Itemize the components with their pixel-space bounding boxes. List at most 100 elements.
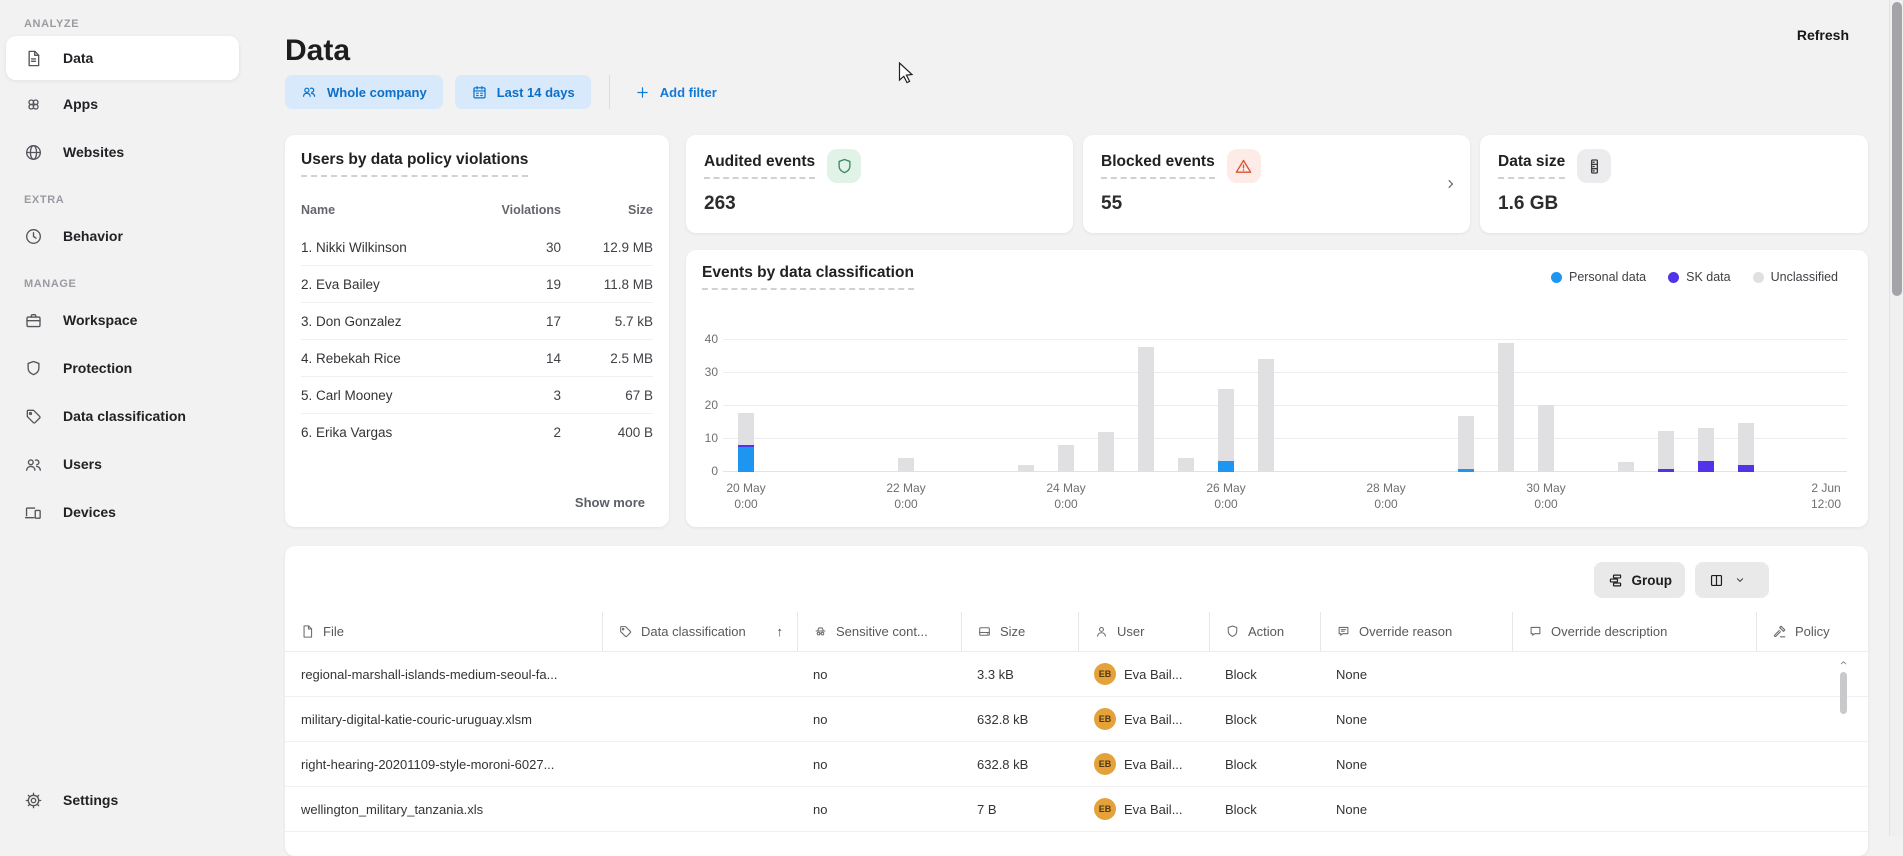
table-row[interactable]: regional-marshall-islands-medium-seoul-f… xyxy=(285,652,1868,697)
cell-override_reason: None xyxy=(1320,712,1512,727)
cell-user: EBEva Bail... xyxy=(1078,663,1209,685)
sidebar-item-devices[interactable]: Devices xyxy=(0,488,245,536)
sidebar-item-workspace[interactable]: Workspace xyxy=(0,296,245,344)
chart-legend: Personal data SK data Unclassified xyxy=(1551,270,1838,284)
column-header-file[interactable]: File xyxy=(285,612,602,651)
sidebar-item-data-classification[interactable]: Data classification xyxy=(0,392,245,440)
tag-icon xyxy=(618,624,633,639)
sort-asc-icon: ↑ xyxy=(777,624,784,639)
add-filter-button[interactable]: Add filter xyxy=(628,83,723,102)
chevron-right-icon[interactable] xyxy=(1442,175,1460,193)
sidebar: ANALYZE Data Apps Websites EXTRA Behavio… xyxy=(0,0,245,836)
chart-bar-segment-personal xyxy=(1458,469,1474,472)
chart-bar-segment-unclassified xyxy=(1618,462,1634,472)
column-header-override-description[interactable]: Override description xyxy=(1512,612,1756,651)
y-axis-tick: 20 xyxy=(688,398,718,412)
column-header-action[interactable]: Action xyxy=(1209,612,1320,651)
clock-icon xyxy=(24,227,43,246)
mouse-cursor xyxy=(898,62,918,84)
x-axis-tick: 26 May0:00 xyxy=(1181,480,1271,512)
chart-bar-segment-unclassified xyxy=(1058,445,1074,472)
column-header-sensitive-cont[interactable]: Sensitive cont... xyxy=(797,612,961,651)
avatar: EB xyxy=(1094,663,1116,685)
shield-icon xyxy=(1225,624,1240,639)
sidebar-section-label: MANAGE xyxy=(24,278,245,290)
x-axis-tick: 28 May0:00 xyxy=(1341,480,1431,512)
page-title: Data xyxy=(285,34,350,68)
chart-bar-segment-unclassified xyxy=(1258,359,1274,472)
sidebar-item-settings[interactable]: Settings xyxy=(0,776,245,824)
table-row[interactable]: military-digital-katie-couric-uruguay.xl… xyxy=(285,697,1868,742)
scroll-up-icon[interactable] xyxy=(1837,656,1850,669)
chart-bar xyxy=(1618,462,1634,472)
column-header-user[interactable]: User xyxy=(1078,612,1209,651)
violations-table-row[interactable]: 3. Don Gonzalez 17 5.7 kB xyxy=(301,303,653,340)
filter-whole-company[interactable]: Whole company xyxy=(285,75,443,109)
cell-size: 632.8 kB xyxy=(961,712,1078,727)
violations-card: Users by data policy violations Name Vio… xyxy=(285,135,669,527)
cell-sensitive: no xyxy=(797,802,961,817)
chart-bar xyxy=(1098,432,1114,472)
cell-user: EBEva Bail... xyxy=(1078,708,1209,730)
cell-sensitive: no xyxy=(797,667,961,682)
filter-date-range[interactable]: Last 14 days xyxy=(455,75,591,109)
violations-table-row[interactable]: 4. Rebekah Rice 14 2.5 MB xyxy=(301,340,653,377)
cell-action: Block xyxy=(1209,712,1320,727)
shield-icon xyxy=(827,149,861,183)
violations-table-row[interactable]: 6. Erika Vargas 2 400 B xyxy=(301,414,653,451)
refresh-button[interactable]: Refresh xyxy=(1791,26,1855,44)
chart-bar xyxy=(1538,405,1554,472)
stat-card-blocked-events[interactable]: Blocked events 55 xyxy=(1083,135,1470,233)
chart-bar-segment-unclassified xyxy=(1218,389,1234,462)
violations-table-header: Name Violations Size xyxy=(301,203,653,229)
violations-table-row[interactable]: 2. Eva Bailey 19 11.8 MB xyxy=(301,266,653,303)
cell-user: EBEva Bail... xyxy=(1078,753,1209,775)
show-more-button[interactable]: Show more xyxy=(569,494,651,511)
group-button[interactable]: Group xyxy=(1594,562,1686,598)
sidebar-item-users[interactable]: Users xyxy=(0,440,245,488)
page-scrollbar-thumb[interactable] xyxy=(1892,2,1902,296)
sidebar-section: ANALYZE Data Apps Websites xyxy=(0,18,245,176)
gridline xyxy=(723,405,1847,406)
legend-item: Personal data xyxy=(1551,270,1646,284)
table-row[interactable]: wellington_military_tanzania.xlsno7 BEBE… xyxy=(285,787,1868,832)
violations-table-row[interactable]: 1. Nikki Wilkinson 30 12.9 MB xyxy=(301,229,653,266)
sidebar-section: MANAGE Workspace Protection Data classif… xyxy=(0,278,245,536)
table-scrollbar-thumb[interactable] xyxy=(1840,672,1847,714)
group-icon xyxy=(1607,572,1624,589)
cell-override_reason: None xyxy=(1320,757,1512,772)
cell-sensitive: no xyxy=(797,712,961,727)
avatar: EB xyxy=(1094,753,1116,775)
table-scrollbar[interactable] xyxy=(1837,656,1850,852)
sidebar-item-protection[interactable]: Protection xyxy=(0,344,245,392)
y-axis-tick: 10 xyxy=(688,431,718,445)
table-row[interactable]: right-hearing-20201109-style-moroni-6027… xyxy=(285,742,1868,787)
column-settings-button[interactable] xyxy=(1695,562,1769,598)
cell-action: Block xyxy=(1209,802,1320,817)
violations-user-name: 6. Erika Vargas xyxy=(301,425,483,440)
chart-bar xyxy=(1658,431,1674,472)
gridline xyxy=(723,339,1847,340)
violations-user-name: 1. Nikki Wilkinson xyxy=(301,240,483,255)
column-header-policy[interactable]: Policy xyxy=(1756,612,1868,651)
column-header-data-classification[interactable]: Data classification↑ xyxy=(602,612,797,651)
stat-card-value: 263 xyxy=(704,193,1055,215)
chart-bar-segment-unclassified xyxy=(898,458,914,472)
page-scrollbar[interactable] xyxy=(1889,0,1903,836)
stat-card-data-size[interactable]: Data size 1.6 GB xyxy=(1480,135,1868,233)
table-header-row: FileData classification↑Sensitive cont..… xyxy=(285,612,1868,652)
cell-action: Block xyxy=(1209,757,1320,772)
sidebar-item-behavior[interactable]: Behavior xyxy=(0,212,245,260)
tag-icon xyxy=(24,407,43,426)
chart-plot: 01020304020 May0:0022 May0:0024 May0:002… xyxy=(723,340,1847,472)
column-header-override-reason[interactable]: Override reason xyxy=(1320,612,1512,651)
sidebar-item-apps[interactable]: Apps xyxy=(0,80,245,128)
sidebar-item-data[interactable]: Data xyxy=(6,36,239,80)
stat-card-audited-events[interactable]: Audited events 263 xyxy=(686,135,1073,233)
violations-table-row[interactable]: 5. Carl Mooney 3 67 B xyxy=(301,377,653,414)
sidebar-item-websites[interactable]: Websites xyxy=(0,128,245,176)
comment-lines-icon xyxy=(1336,624,1351,639)
column-header-size[interactable]: Size xyxy=(961,612,1078,651)
avatar: EB xyxy=(1094,708,1116,730)
violations-count: 19 xyxy=(483,277,561,292)
